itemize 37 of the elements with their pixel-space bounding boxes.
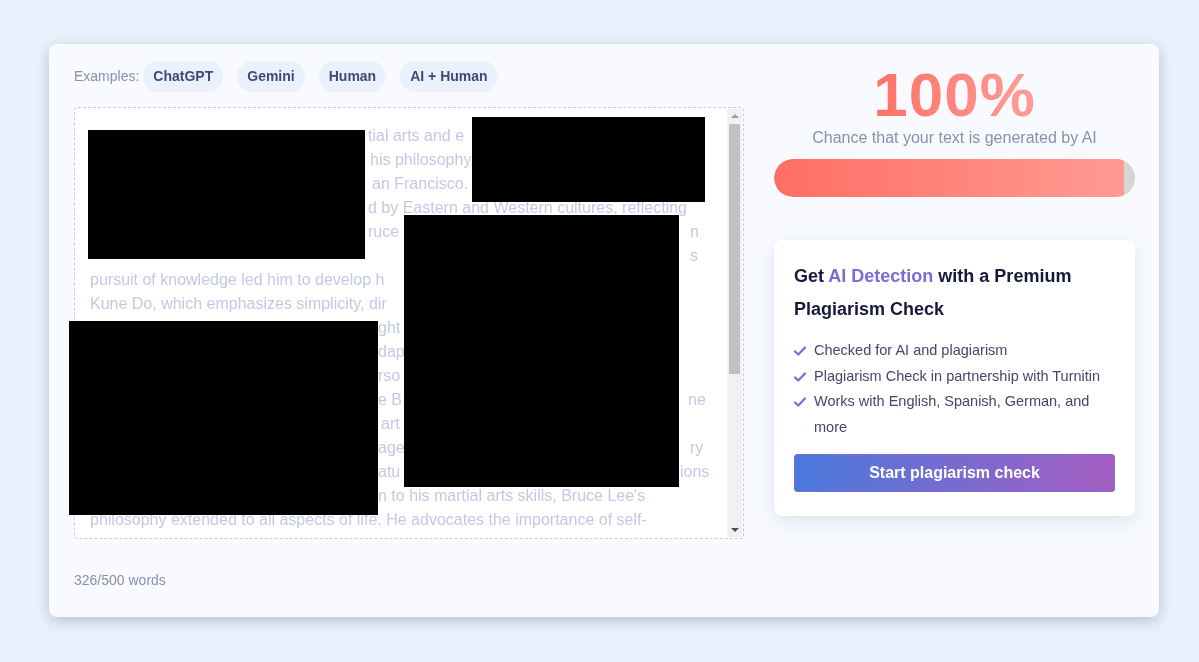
- text-fragment: art: [381, 414, 400, 434]
- example-chip[interactable]: Gemini: [237, 60, 305, 92]
- text-fragment: e B: [378, 390, 402, 410]
- word-count: 326/500 words: [74, 572, 167, 588]
- text-fragment: ry: [690, 438, 704, 458]
- text-fragment: dap: [378, 342, 405, 362]
- text-fragment: ruce: [368, 222, 400, 242]
- feature-text: Plagiarism Check in partnership with Turnitin: [814, 366, 1101, 386]
- start-check-button[interactable]: Start plagiarism check: [794, 454, 1115, 492]
- example-chip[interactable]: Human: [318, 60, 387, 92]
- text-fragment: ions: [680, 462, 710, 482]
- scrollbar-thumb[interactable]: [729, 124, 740, 374]
- text-fragment: age: [378, 438, 405, 458]
- text-fragment: atu: [378, 462, 401, 482]
- premium-title: Get AI Detection with a Premium Plagiarism Check: [794, 265, 1073, 321]
- text-fragment: d by Eastern and Western cultures, reflecting: [368, 198, 687, 218]
- result-caption: Chance that your text is generated by AI: [811, 129, 1098, 147]
- text-fragment: an Francisco.: [372, 174, 469, 194]
- text-fragment: his philosophy,: [370, 150, 475, 170]
- check-icon: [794, 346, 806, 356]
- text-fragment: s: [690, 246, 698, 266]
- scrollbar[interactable]: [727, 109, 742, 537]
- examples-label: Examples:: [74, 68, 140, 84]
- feature-text: Works with English, Spanish, German, and more: [814, 392, 1091, 437]
- example-chip[interactable]: ChatGPT: [143, 60, 224, 92]
- feature-text: Checked for AI and plagiarism: [814, 341, 1008, 360]
- text-fragment: rso: [378, 366, 401, 386]
- example-chip[interactable]: AI + Human: [400, 60, 498, 92]
- text-fragment: ne: [688, 390, 706, 410]
- text-fragment: ght: [378, 318, 401, 338]
- text-fragment: n: [690, 222, 699, 242]
- text-fragment: tial arts and e: [368, 126, 465, 146]
- check-icon: [794, 371, 806, 382]
- text-fragment: pursuit of knowledge led him to develop h: [90, 270, 385, 290]
- check-icon: [794, 397, 806, 407]
- text-fragment: n to his martial arts skills, Bruce Lee's: [378, 486, 646, 506]
- text-fragment: Kune Do, which emphasizes simplicity, dir: [90, 294, 387, 314]
